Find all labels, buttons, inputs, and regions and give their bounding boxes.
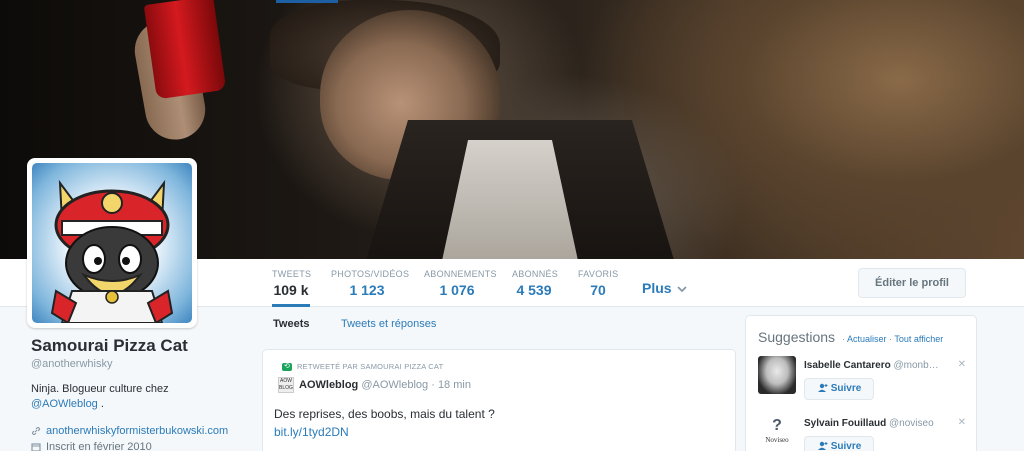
tab-tweets-replies[interactable]: Tweets et réponses	[341, 318, 436, 330]
question-mark-icon: ?	[772, 417, 782, 434]
suggestions-actions: · Actualiser · Tout afficher	[842, 334, 944, 344]
stat-value: 4 539	[516, 282, 552, 298]
suggestions-panel: Suggestions · Actualiser · Tout afficher…	[745, 315, 977, 451]
suggestion-handle: @noviseo	[889, 418, 934, 429]
suggestion-user[interactable]: Isabelle Cantarero @monb…	[804, 360, 939, 371]
profile-card: Samourai Pizza Cat @anotherwhisky Ninja.…	[31, 336, 241, 451]
suggestion-avatar[interactable]: ? Noviseo	[758, 414, 796, 451]
tab-tweets[interactable]: Tweets	[273, 318, 309, 330]
profile-avatar[interactable]	[27, 158, 197, 328]
joined-date: Inscrit en février 2010	[46, 441, 152, 451]
stat-label: PHOTOS/VIDÉOS	[331, 269, 410, 279]
edit-profile-button[interactable]: Éditer le profil	[858, 268, 966, 298]
tweet-header: AOWleblog @AOWleblog · 18 min	[299, 379, 471, 391]
tweet-time[interactable]: · 18 min	[431, 379, 471, 391]
bio-mention-link[interactable]: @AOWleblog	[31, 398, 98, 410]
refresh-suggestions-link[interactable]: Actualiser	[847, 334, 887, 344]
stat-label: ABONNÉS	[512, 269, 559, 279]
chevron-down-icon	[677, 286, 688, 293]
bio-text: Ninja. Blogueur culture chez	[31, 383, 169, 395]
website-row: anotherwhiskyformisterbukowski.com	[31, 423, 241, 439]
profile-bio: Ninja. Blogueur culture chez @AOWleblog …	[31, 382, 241, 412]
profile-handle[interactable]: @anotherwhisky	[31, 358, 241, 370]
suggestion-item: Isabelle Cantarero @monb… ✕ Suivre	[746, 356, 976, 406]
retweet-note[interactable]: RETWEETÉ PAR SAMOURAI PIZZA CAT	[297, 362, 443, 371]
calendar-icon	[31, 443, 41, 451]
retweet-icon: ⟲	[282, 362, 292, 371]
profile-meta: anotherwhiskyformisterbukowski.com Inscr…	[31, 423, 241, 451]
tweet-text: Des reprises, des boobs, mais du talent …	[274, 405, 495, 441]
suggestions-title: Suggestions	[758, 329, 836, 345]
more-menu-button[interactable]: Plus	[642, 280, 688, 296]
samurai-cat-avatar-icon	[50, 179, 174, 323]
add-user-icon	[817, 383, 828, 392]
stat-followers[interactable]: ABONNÉS 4 539	[512, 259, 559, 307]
tweet-link[interactable]: bit.ly/1tyd2DN	[274, 425, 349, 439]
follow-button[interactable]: Suivre	[804, 378, 874, 400]
suggestion-name: Isabelle Cantarero	[804, 360, 891, 371]
suggestion-avatar[interactable]	[758, 356, 796, 394]
more-label: Plus	[642, 280, 672, 296]
tweet-author-avatar[interactable]: AOW BLOG	[278, 377, 294, 393]
stat-value: 1 076	[439, 282, 475, 298]
stat-label: TWEETS	[272, 269, 312, 279]
suggestion-name: Sylvain Fouillaud	[804, 418, 887, 429]
website-link[interactable]: anotherwhiskyformisterbukowski.com	[46, 423, 228, 439]
link-icon	[32, 427, 40, 435]
tweet-card[interactable]: ⟲ RETWEETÉ PAR SAMOURAI PIZZA CAT AOW BL…	[262, 349, 736, 451]
add-user-icon	[817, 441, 828, 450]
stat-label: ABONNEMENTS	[424, 269, 497, 279]
dismiss-suggestion-icon[interactable]: ✕	[958, 359, 966, 370]
tweet-author-handle[interactable]: @AOWleblog	[361, 379, 428, 391]
bio-suffix: .	[97, 398, 104, 410]
follow-button[interactable]: Suivre	[804, 436, 874, 451]
dismiss-suggestion-icon[interactable]: ✕	[958, 417, 966, 428]
suggestion-item: ? Noviseo Sylvain Fouillaud @noviseo ✕ S…	[746, 414, 976, 451]
stat-photos[interactable]: PHOTOS/VIDÉOS 1 123	[331, 259, 410, 307]
suggestion-avatar-text: Noviseo	[765, 436, 789, 444]
tweet-body: Des reprises, des boobs, mais du talent …	[274, 407, 495, 421]
profile-name: Samourai Pizza Cat	[31, 336, 188, 355]
view-all-suggestions-link[interactable]: Tout afficher	[894, 334, 943, 344]
stat-value: 1 123	[349, 282, 385, 298]
suggestion-user[interactable]: Sylvain Fouillaud @noviseo	[804, 418, 934, 429]
tweet-author-name[interactable]: AOWleblog	[299, 379, 358, 391]
stat-following[interactable]: ABONNEMENTS 1 076	[424, 259, 497, 307]
stat-label: FAVORIS	[578, 269, 619, 279]
timeline-tabs: Tweets Tweets et réponses	[262, 311, 736, 341]
retweet-context: ⟲ RETWEETÉ PAR SAMOURAI PIZZA CAT	[282, 362, 443, 371]
stat-favorites[interactable]: FAVORIS 70	[578, 259, 618, 307]
stat-value: 109 k	[273, 282, 309, 298]
follow-label: Suivre	[830, 383, 862, 394]
stat-value: 70	[590, 282, 606, 298]
stat-tweets[interactable]: TWEETS 109 k	[272, 259, 312, 307]
joined-row: Inscrit en février 2010	[31, 439, 241, 451]
suggestion-handle: @monb…	[893, 360, 939, 371]
follow-label: Suivre	[830, 441, 862, 451]
